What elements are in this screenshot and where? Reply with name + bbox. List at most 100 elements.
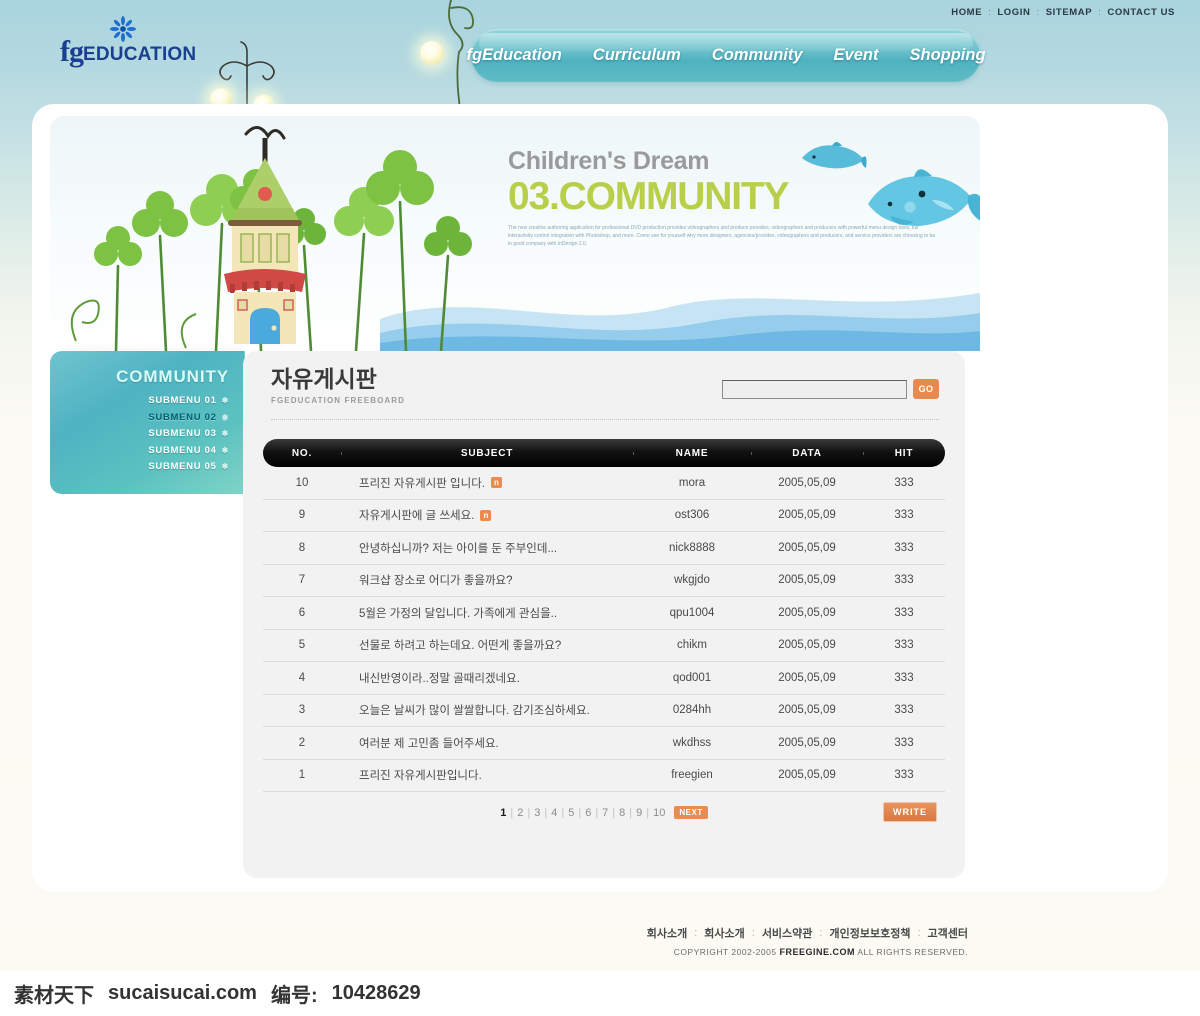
table-row[interactable]: 3 오늘은 날씨가 많이 쌀쌀합니다. 감기조심하세요. 0284hh 2005…	[263, 695, 945, 727]
sidebar-item-submenu-04[interactable]: SUBMENU 04 ❄	[148, 445, 229, 456]
sidebar-item-label: SUBMENU 01	[148, 395, 217, 406]
page-separator: |	[510, 806, 514, 819]
table-row[interactable]: 4 내신반영이라..정말 골때리겠네요. qod001 2005,05,09 3…	[263, 662, 945, 695]
sidebar-item-submenu-05[interactable]: SUBMENU 05 ❄	[148, 461, 229, 472]
row-name: wkgjdo	[674, 574, 710, 587]
page-link-5[interactable]: 5	[568, 807, 574, 819]
logo-education-text: EDUCATION	[83, 44, 197, 65]
footer-link-customer-center[interactable]: 고객센터	[928, 925, 968, 941]
table-row[interactable]: 7 워크샵 장소로 어디가 좋을까요? wkgjdo 2005,05,09 33…	[263, 565, 945, 597]
row-hit: 333	[894, 769, 914, 782]
sidebar-item-submenu-01[interactable]: SUBMENU 01 ❄	[148, 395, 229, 406]
page-link-1[interactable]: 1	[500, 807, 506, 819]
row-no: 7	[298, 574, 306, 587]
sidebar-item-submenu-03[interactable]: SUBMENU 03 ❄	[148, 428, 229, 439]
row-hit: 333	[894, 671, 914, 684]
page-footer: 회사소개 : 회사소개 : 서비스약관 : 개인정보보호정책 : 고객센터 CO…	[0, 925, 1200, 957]
page-link-3[interactable]: 3	[534, 807, 540, 819]
row-no: 2	[298, 736, 306, 749]
page-link-10[interactable]: 10	[653, 807, 665, 819]
pagination-next-button[interactable]: NEXT	[674, 806, 708, 819]
row-subject-link[interactable]: 내신반영이라..정말 골때리겠네요.	[359, 670, 520, 686]
footer-link-privacy-policy[interactable]: 개인정보보호정책	[829, 925, 910, 941]
footer-link-terms[interactable]: 서비스약관	[762, 925, 813, 941]
row-name: wkdhss	[672, 736, 712, 749]
topnav-contact-us[interactable]: CONTACT US	[1107, 7, 1175, 18]
nav-item-community[interactable]: Community	[712, 46, 803, 65]
footer-link-company-intro-1[interactable]: 회사소개	[647, 925, 687, 941]
table-row[interactable]: 8 안녕하십니까? 저는 아이를 둔 주부인데... nick8888 2005…	[263, 532, 945, 565]
row-subject-link[interactable]: 프리진 자유게시판 입니다.	[359, 475, 485, 491]
row-name: qod001	[672, 671, 712, 684]
topnav-sitemap[interactable]: SITEMAP	[1046, 7, 1092, 18]
sidebar-item-list: SUBMENU 01 ❄ SUBMENU 02 ❄ SUBMENU 03 ❄ S…	[148, 395, 229, 472]
search-input[interactable]	[722, 379, 907, 399]
column-header-subject: SUBJECT	[341, 448, 633, 459]
row-subject-cell: 오늘은 날씨가 많이 쌀쌀합니다. 감기조심하세요.	[341, 702, 633, 718]
row-subject-link[interactable]: 여러분 제 고민좀 들어주세요.	[359, 735, 499, 751]
table-row[interactable]: 10 프리진 자유게시판 입니다. n mora 2005,05,09 333	[263, 467, 945, 500]
page-link-8[interactable]: 8	[619, 807, 625, 819]
row-subject-link[interactable]: 프리진 자유게시판입니다.	[359, 767, 482, 783]
page-link-6[interactable]: 6	[585, 807, 591, 819]
page-separator: |	[629, 806, 633, 819]
row-hit: 333	[894, 639, 914, 652]
page-link-4[interactable]: 4	[551, 807, 557, 819]
topnav-separator: :	[1098, 7, 1102, 18]
nav-item-shopping[interactable]: Shopping	[909, 46, 985, 65]
page-link-7[interactable]: 7	[602, 807, 608, 819]
topnav-login[interactable]: LOGIN	[997, 7, 1030, 18]
footer-link-company-intro-2[interactable]: 회사소개	[704, 925, 744, 941]
watermark-id-value: 10428629	[331, 981, 421, 1004]
table-row[interactable]: 6 5월은 가정의 달입니다. 가족에게 관심을.. qpu1004 2005,…	[263, 597, 945, 630]
row-subject-link[interactable]: 안녕하십니까? 저는 아이를 둔 주부인데...	[359, 540, 557, 556]
row-name: chikm	[676, 639, 708, 652]
search-go-button[interactable]: GO	[913, 379, 939, 399]
table-row[interactable]: 2 여러분 제 고민좀 들어주세요. wkdhss 2005,05,09 333	[263, 727, 945, 760]
top-utility-nav: HOME : LOGIN : SITEMAP : CONTACT US	[951, 7, 1175, 18]
row-subject-cell: 워크샵 장소로 어디가 좋을까요?	[341, 572, 633, 588]
row-subject-link[interactable]: 오늘은 날씨가 많이 쌀쌀합니다. 감기조심하세요.	[359, 702, 590, 718]
sidebar-menu: COMMUNITY SUBMENU 01 ❄ SUBMENU 02 ❄ SUBM…	[50, 351, 245, 494]
page-link-2[interactable]: 2	[517, 807, 523, 819]
page-separator: |	[527, 806, 531, 819]
page-separator: |	[595, 806, 599, 819]
row-no: 8	[298, 541, 306, 554]
nav-item-event[interactable]: Event	[834, 46, 879, 65]
sidebar-item-submenu-02[interactable]: SUBMENU 02 ❄	[148, 412, 229, 423]
row-subject-link[interactable]: 워크샵 장소로 어디가 좋을까요?	[359, 572, 513, 588]
table-row[interactable]: 9 자유게시판에 글 쓰세요. n ost306 2005,05,09 333	[263, 500, 945, 532]
sidebar-item-label: SUBMENU 05	[148, 461, 217, 472]
row-date: 2005,05,09	[778, 671, 836, 684]
table-header-row: NO. SUBJECT NAME DATA HIT	[263, 439, 945, 467]
table-row[interactable]: 5 선물로 하려고 하는데요. 어떤게 좋을까요? chikm 2005,05,…	[263, 630, 945, 662]
logo-fg-text: fg	[60, 35, 84, 68]
row-no: 4	[298, 671, 306, 684]
pagination: 1 | 2 | 3 | 4 | 5 | 6 | 7 | 8 | 9 | 10 N…	[243, 806, 965, 819]
row-subject-link[interactable]: 선물로 하려고 하는데요. 어떤게 좋을까요?	[359, 637, 561, 653]
page-separator: |	[561, 806, 565, 819]
row-subject-cell: 여러분 제 고민좀 들어주세요.	[341, 735, 633, 751]
footer-separator: :	[751, 927, 755, 939]
row-date: 2005,05,09	[778, 704, 836, 717]
watermark-id-label: 编号:	[270, 984, 318, 1007]
topnav-home[interactable]: HOME	[951, 7, 982, 18]
row-no: 1	[298, 769, 306, 782]
page-banner: Children's Dream 03.COMMUNITY The new cr…	[50, 116, 980, 351]
row-subject-link[interactable]: 5월은 가정의 달입니다. 가족에게 관심을..	[359, 605, 557, 621]
page-canvas: HOME : LOGIN : SITEMAP : CONTACT US fg E…	[0, 0, 1200, 970]
table-row[interactable]: 1 프리진 자유게시판입니다. freegien 2005,05,09 333	[263, 760, 945, 792]
row-subject-link[interactable]: 자유게시판에 글 쓰세요.	[359, 507, 474, 523]
row-date: 2005,05,09	[778, 574, 836, 587]
nav-item-fgeducation[interactable]: fgEducation	[466, 46, 561, 65]
nav-item-curriculum[interactable]: Curriculum	[593, 46, 681, 65]
footer-copyright: COPYRIGHT 2002-2005 FREEGINE.COM ALL RIG…	[0, 947, 968, 957]
write-button[interactable]: WRITE	[883, 802, 937, 822]
column-header-name: NAME	[633, 448, 751, 459]
watermark-site-url: sucaisucai.com	[108, 981, 257, 1004]
page-title: 자유게시판 FGEDUCATION FREEBOARD	[271, 368, 405, 406]
site-logo[interactable]: fg EDUCATION	[60, 16, 197, 68]
row-no: 9	[298, 509, 306, 522]
copyright-suffix: ALL RIGHTS RESERVED.	[857, 947, 968, 957]
page-link-9[interactable]: 9	[636, 807, 642, 819]
